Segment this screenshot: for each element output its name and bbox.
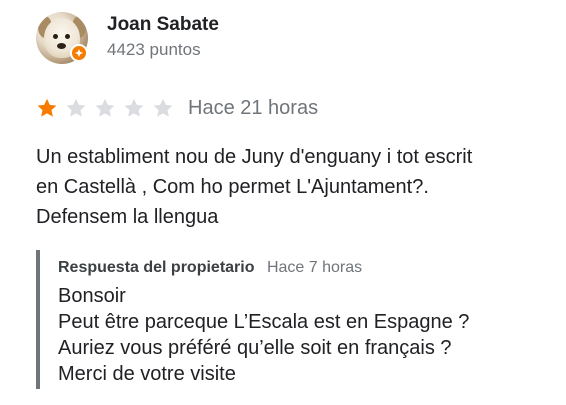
star-icon (124, 98, 144, 117)
reply-line: Bonsoir (58, 285, 126, 307)
owner-reply-header: Respuesta del propietario Hace 7 horas (58, 259, 362, 277)
review-line: Defensem la llengua (36, 206, 219, 228)
reviewer-points: 4423 puntos (107, 40, 201, 59)
reviewer-name[interactable]: Joan Sabate (107, 14, 219, 36)
reply-line: Merci de votre visite (58, 363, 236, 385)
reply-line: Peut être parceque L’Escala est en Espag… (58, 311, 470, 333)
review-text: Un establiment nou de Juny d'enguany i t… (36, 142, 546, 232)
review-line: en Castellà , Com ho permet L'Ajuntament… (36, 176, 429, 198)
owner-reply: Respuesta del propietario Hace 7 horas B… (36, 250, 540, 389)
owner-reply-time: Hace 7 horas (266, 259, 363, 276)
owner-reply-text: Bonsoir Peut être parceque L’Escala est … (58, 283, 469, 387)
star-icon (95, 98, 115, 117)
star-icon (153, 98, 173, 117)
review-line: Un establiment nou de Juny d'enguany i t… (36, 146, 473, 168)
star-icon (37, 98, 57, 117)
owner-reply-label: Respuesta del propietario (58, 259, 255, 276)
local-guide-badge-icon (70, 44, 88, 62)
reply-line: Auriez vous préféré qu’elle soit en fran… (58, 337, 452, 359)
review-time: Hace 21 horas (188, 96, 319, 119)
star-icon (66, 98, 86, 117)
star-rating: Hace 21 horas (36, 95, 318, 121)
